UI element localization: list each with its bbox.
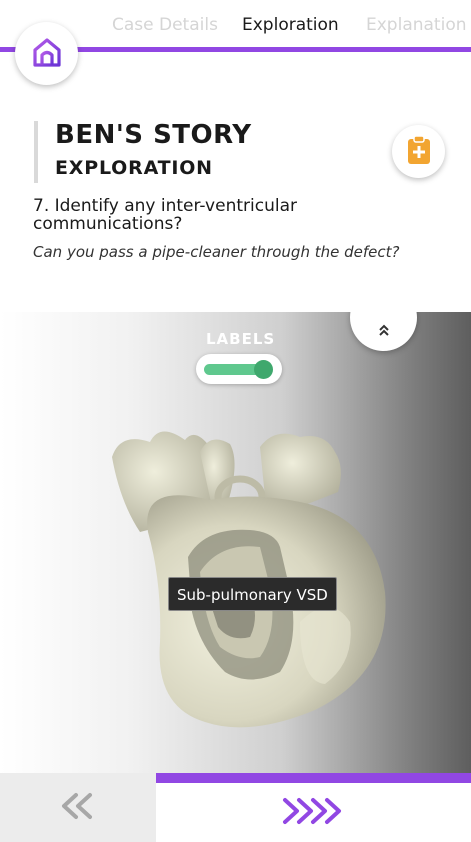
home-icon [30,35,64,73]
home-button[interactable] [15,22,78,85]
next-button[interactable] [156,773,471,842]
page-title: BEN'S STORY [55,120,252,150]
previous-button[interactable] [0,773,156,842]
collapse-panel-button[interactable] [350,312,417,351]
question-prompt: Can you pass a pipe-cleaner through the … [33,243,400,261]
labels-toggle[interactable] [196,354,282,384]
clipboard-plus-icon [406,134,432,169]
notes-button[interactable] [392,125,445,178]
story-header: BEN'S STORY EXPLORATION [34,121,252,183]
double-chevron-left-icon [58,791,98,825]
model-viewer[interactable]: LABELS Sub-pulmonary VSD [0,312,471,773]
question-text: 7. Identify any inter-ventricular commun… [33,196,297,234]
tab-explanation[interactable]: Explanation [366,15,467,35]
page-subtitle: EXPLORATION [55,157,213,179]
tab-exploration[interactable]: Exploration [242,15,339,35]
tab-case-details[interactable]: Case Details [112,15,218,35]
quad-chevron-right-icon [279,796,349,830]
annotation-label[interactable]: Sub-pulmonary VSD [168,577,337,611]
labels-toggle-label: LABELS [206,330,276,348]
toggle-knob[interactable] [254,360,273,379]
next-button-accent [156,773,471,783]
chevron-double-up-icon [377,322,391,341]
